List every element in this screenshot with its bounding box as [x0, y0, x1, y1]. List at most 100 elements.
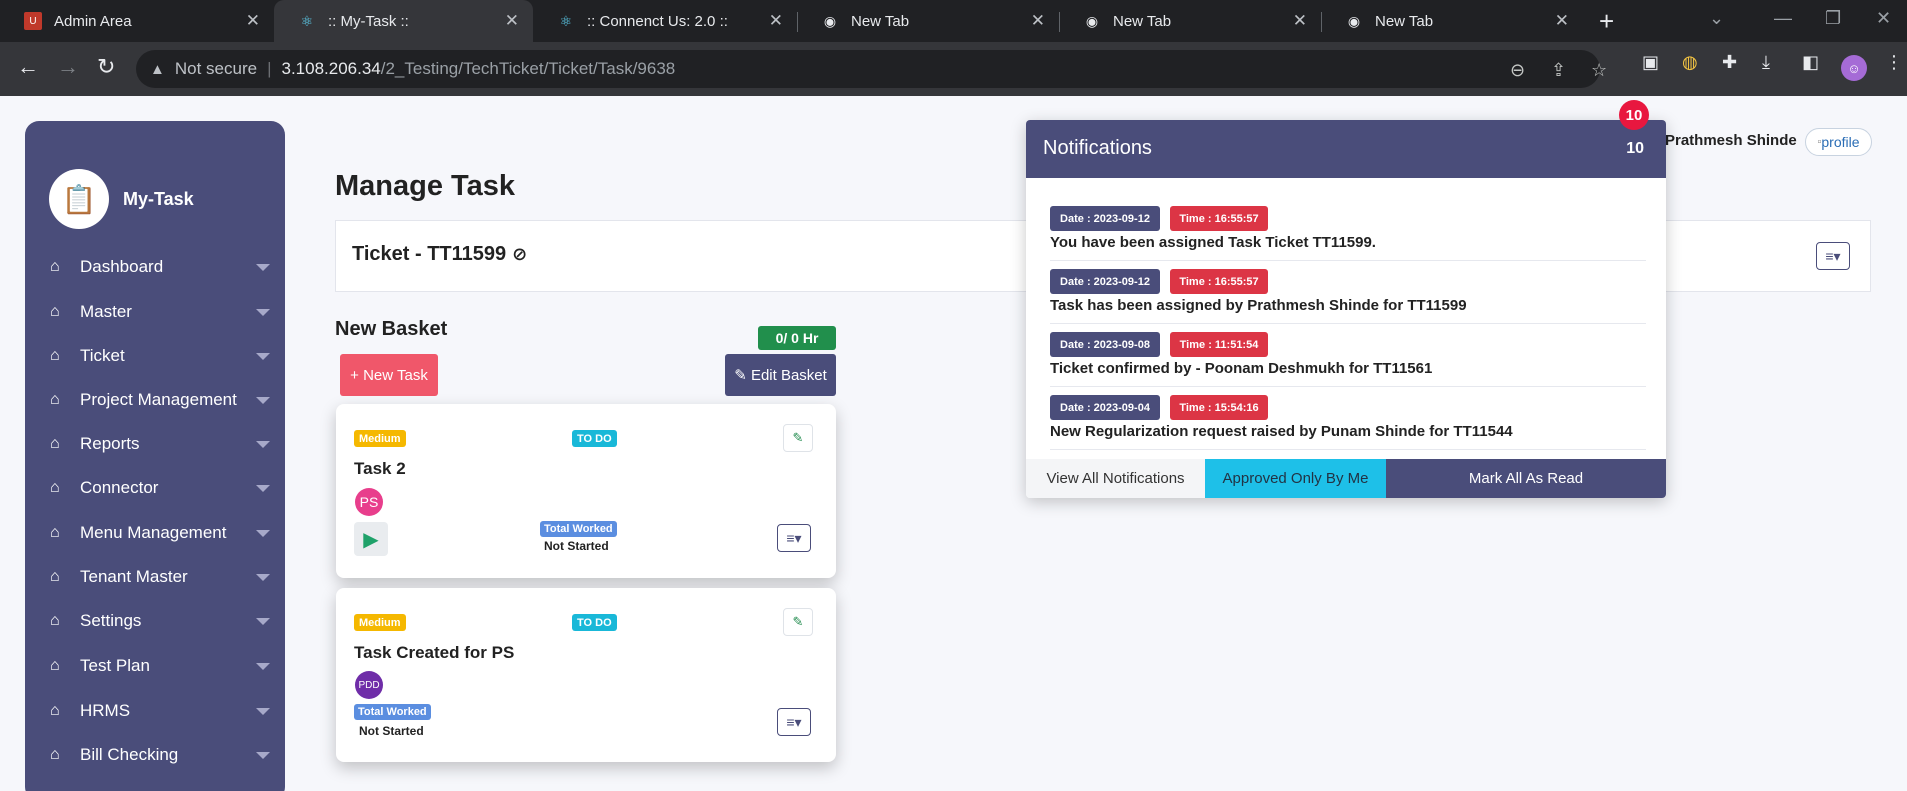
browser-tab[interactable]: ◉ New Tab ✕ — [797, 0, 1059, 42]
basket-title: New Basket — [335, 318, 448, 340]
caret-down-icon — [256, 441, 270, 448]
react-favicon: ⚛ — [559, 12, 573, 29]
download-icon[interactable]: ⤓ — [1762, 52, 1770, 73]
sidebar-item-hrms[interactable]: ⌂ HRMS — [50, 699, 270, 723]
bookmark-star-icon[interactable]: ☆ — [1591, 60, 1607, 81]
close-icon[interactable]: ✕ — [246, 11, 260, 31]
home-icon: ⌂ — [50, 391, 60, 408]
browser-tab[interactable]: ◉ New Tab ✕ — [1321, 0, 1583, 42]
sidebar-item-ticket[interactable]: ⌂ Ticket — [50, 344, 270, 368]
avatar[interactable]: PS — [355, 488, 383, 516]
time-badge: Time : 16:55:57 — [1170, 269, 1268, 294]
sidebar-item-reports[interactable]: ⌂ Reports — [50, 432, 270, 456]
sidebar-item-connector[interactable]: ⌂ Connector — [50, 476, 270, 500]
browser-tab[interactable]: ◉ New Tab ✕ — [1059, 0, 1321, 42]
browser-profile-avatar[interactable]: ☺ — [1841, 55, 1867, 81]
new-tab-icon[interactable]: + — [1599, 6, 1614, 37]
admin-favicon: U — [24, 12, 42, 30]
security-label: Not secure — [174, 59, 258, 78]
browser-tab[interactable]: U Admin Area ✕ — [0, 0, 274, 42]
notification-item[interactable]: Date : 2023-09-04 Time : 15:54:16 New Re… — [1050, 387, 1646, 450]
notification-count-badge[interactable]: 10 — [1619, 100, 1649, 130]
reload-icon[interactable]: ↻ — [97, 54, 115, 80]
brand[interactable]: 📋 My-Task — [49, 169, 194, 229]
zoom-icon[interactable]: ⊖ — [1510, 60, 1525, 81]
share-icon[interactable]: ⇪ — [1551, 60, 1566, 81]
notification-item[interactable]: Date : 2023-09-12 Time : 16:55:57 You ha… — [1050, 198, 1646, 261]
sidebar-item-tenant-master[interactable]: ⌂ Tenant Master — [50, 565, 270, 589]
forward-icon[interactable]: → — [57, 54, 79, 80]
url-path: /2_Testing/TechTicket/Ticket/Task/9638 — [380, 59, 676, 78]
ticket-options-button[interactable]: ≡▾ — [1816, 242, 1850, 270]
clipboard-icon: 📋 — [49, 169, 109, 229]
sidebar-item-master[interactable]: ⌂ Master — [50, 300, 270, 324]
back-icon[interactable]: ← — [17, 54, 39, 80]
edit-basket-button[interactable]: ✎ Edit Basket — [725, 354, 836, 396]
address-bar[interactable]: ▲ Not secure | 3.108.206.34/2_Testing/Te… — [136, 50, 1607, 88]
menu-dots-icon[interactable]: ⋮ — [1885, 52, 1903, 73]
restore-icon[interactable]: ❐ — [1825, 8, 1841, 29]
sidepanel-icon[interactable]: ◧ — [1802, 52, 1819, 73]
time-badge: Time : 15:54:16 — [1170, 395, 1268, 420]
sidebar-item-label: Project Management — [80, 390, 237, 409]
caret-down-icon — [256, 574, 270, 581]
sidebar-item-settings[interactable]: ⌂ Settings — [50, 609, 270, 633]
time-badge: Time : 16:55:57 — [1170, 206, 1268, 231]
camera-icon[interactable]: ▣ — [1642, 52, 1659, 73]
url-host: 3.108.206.34 — [281, 59, 381, 78]
play-icon[interactable]: ▶ — [354, 522, 388, 556]
puzzle-icon[interactable]: ✚ — [1722, 52, 1737, 73]
edit-basket-label: Edit Basket — [750, 366, 827, 384]
priority-badge: Medium — [354, 430, 406, 447]
close-icon[interactable]: ✕ — [1555, 11, 1569, 31]
avatar[interactable]: PDD — [355, 671, 383, 699]
tab-title: Admin Area — [54, 12, 132, 30]
notifications-header: Notifications 10 — [1026, 120, 1666, 178]
sidebar-item-label: HRMS — [80, 701, 131, 720]
approved-only-by-me-button[interactable]: Approved Only By Me — [1205, 459, 1386, 498]
notification-item[interactable]: Date : 2023-09-08 Time : 11:51:54 Ticket… — [1050, 324, 1646, 387]
profile-image[interactable]: ▫ profile — [1805, 128, 1872, 156]
eye-slash-icon[interactable]: ⊘ — [512, 244, 527, 264]
close-icon[interactable]: ✕ — [1031, 11, 1045, 31]
sidebar-item-bill-checking[interactable]: ⌂ Bill Checking — [50, 743, 270, 767]
browser-tab[interactable]: ⚛ :: My-Task :: ✕ — [274, 0, 533, 42]
tab-title: :: My-Task :: — [328, 12, 409, 30]
extension-lens-icon[interactable]: ◍ — [1682, 52, 1698, 73]
tab-title: New Tab — [851, 12, 910, 30]
sidebar-item-project-management[interactable]: ⌂ Project Management — [50, 388, 270, 412]
date-badge: Date : 2023-09-12 — [1050, 269, 1160, 294]
task-options-button[interactable]: ≡▾ — [777, 708, 811, 736]
home-icon: ⌂ — [50, 524, 60, 541]
edit-task-icon[interactable]: ✎ — [783, 424, 813, 452]
close-window-icon[interactable]: ✕ — [1876, 8, 1891, 29]
new-task-button[interactable]: + New Task — [340, 354, 438, 396]
browser-tab[interactable]: ⚛ :: Connenct Us: 2.0 :: ✕ — [533, 0, 797, 42]
brand-name: My-Task — [123, 188, 194, 209]
task-card[interactable]: Medium TO DO ✎ Task 2 PS ▶ Total Worked … — [336, 404, 836, 578]
close-icon[interactable]: ✕ — [769, 11, 783, 31]
minimize-icon[interactable]: — — [1774, 8, 1792, 29]
task-options-button[interactable]: ≡▾ — [777, 524, 811, 552]
close-icon[interactable]: ✕ — [1293, 11, 1307, 31]
sidebar-item-test-plan[interactable]: ⌂ Test Plan — [50, 654, 270, 678]
sidebar-item-label: Tenant Master — [80, 567, 188, 586]
mark-all-read-button[interactable]: Mark All As Read — [1386, 459, 1666, 498]
caret-down-icon — [256, 530, 270, 537]
user-name[interactable]: Prathmesh Shinde — [1665, 132, 1797, 149]
sidebar-item-dashboard[interactable]: ⌂ Dashboard — [50, 255, 270, 279]
task-card[interactable]: Medium TO DO ✎ Task Created for PS PDD T… — [336, 588, 836, 762]
priority-badge: Medium — [354, 614, 406, 631]
pencil-icon: ✎ — [734, 367, 751, 384]
total-worked-label: Total Worked — [354, 704, 431, 720]
tab-search-icon[interactable]: ⌄ — [1709, 8, 1724, 29]
profile-alt-text: profile — [1821, 134, 1860, 150]
edit-task-icon[interactable]: ✎ — [783, 608, 813, 636]
sidebar-item-menu-management[interactable]: ⌂ Menu Management — [50, 521, 270, 545]
notification-item[interactable]: Date : 2023-09-12 Time : 16:55:57 Task h… — [1050, 261, 1646, 324]
total-worked-value: Not Started — [544, 539, 609, 553]
view-all-notifications-button[interactable]: View All Notifications — [1026, 459, 1205, 498]
sidebar-item-label: Bill Checking — [80, 745, 179, 764]
caret-down-icon — [256, 618, 270, 625]
close-icon[interactable]: ✕ — [505, 11, 519, 31]
